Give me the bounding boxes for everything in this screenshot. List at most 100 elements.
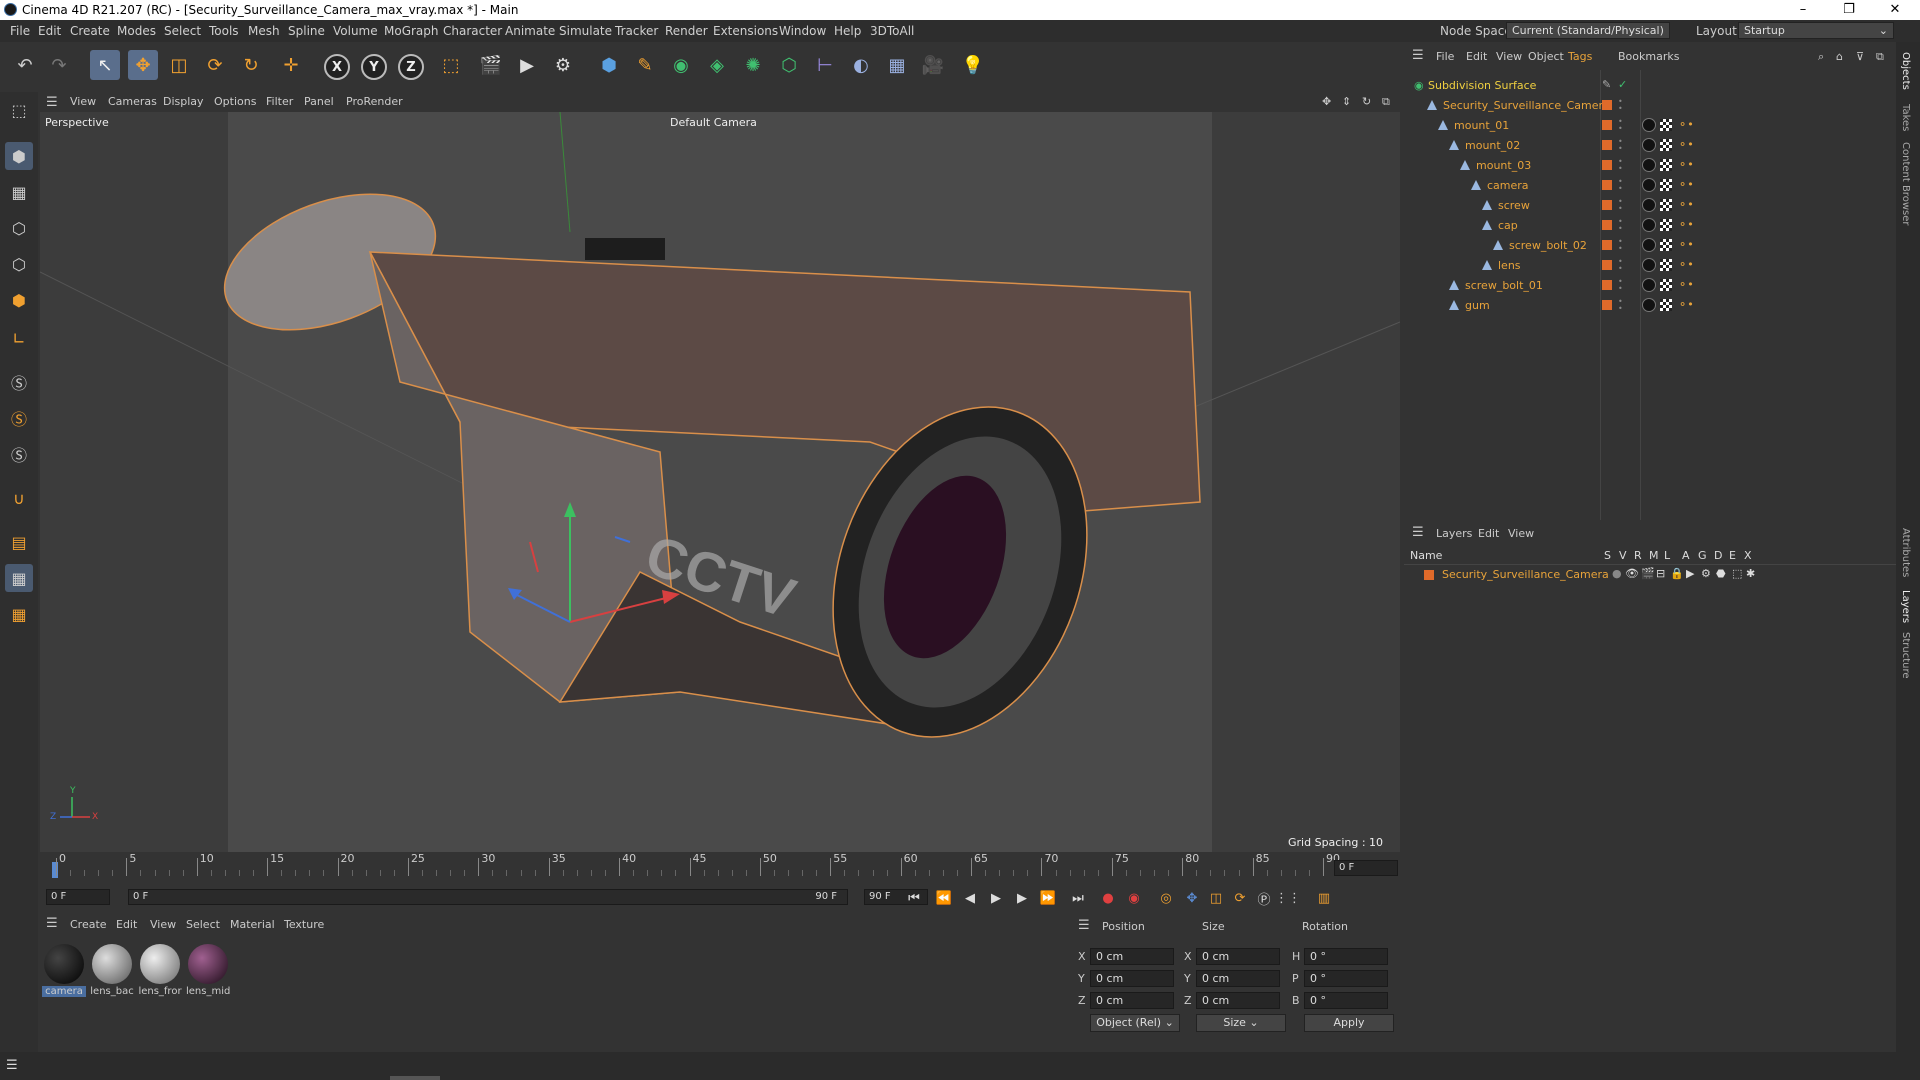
selection-tag-icon[interactable]: ⚬•	[1678, 218, 1694, 231]
frame-range-slider[interactable]: 0 F 90 F	[128, 889, 848, 905]
size-y-field[interactable]: 0 cm	[1196, 970, 1280, 987]
cloner-icon[interactable]: ✺	[738, 50, 768, 80]
uvw-tag-icon[interactable]	[1660, 239, 1672, 251]
locked-workplane-icon[interactable]: ▦	[5, 600, 33, 628]
polygons-mode-icon[interactable]: ⬢	[5, 286, 33, 314]
material-tag-icon[interactable]	[1642, 198, 1656, 212]
object-row[interactable]: mount_03 • • ⚬•	[1404, 156, 1896, 176]
record-icon[interactable]: ●	[1098, 888, 1118, 908]
play-icon[interactable]: ▶	[986, 888, 1006, 908]
selection-tag-icon[interactable]: ⚬•	[1678, 138, 1694, 151]
points-mode-icon[interactable]: ⬡	[5, 214, 33, 242]
object-row-root[interactable]: ◉ Subdivision Surface ✎ ✓	[1404, 76, 1896, 96]
apply-button[interactable]: Apply	[1304, 1014, 1394, 1032]
menu-edit[interactable]: Edit	[38, 24, 61, 38]
tab-attributes[interactable]: Attributes	[1900, 528, 1911, 577]
layer-row[interactable]: Security_Surveillance_Camera ● 👁 🎬 ⊟ 🔒 ▶…	[1404, 566, 1896, 584]
coords-menu-icon[interactable]: ☰	[1078, 918, 1090, 933]
uvw-tag-icon[interactable]	[1660, 179, 1672, 191]
cube-object-icon[interactable]: ⬢	[594, 50, 624, 80]
menu-spline[interactable]: Spline	[288, 24, 325, 38]
mat-menu-select[interactable]: Select	[186, 918, 220, 931]
material-swatch[interactable]: camera	[42, 942, 86, 997]
material-swatch[interactable]: lens_fror	[138, 942, 182, 997]
render-picture-viewer-icon[interactable]: ▶	[512, 50, 542, 80]
layer-color-icon[interactable]	[1602, 280, 1612, 290]
visibility-dots-icon[interactable]: • •	[1618, 138, 1623, 153]
mat-menu-edit[interactable]: Edit	[116, 918, 137, 931]
floor-icon[interactable]: ▦	[882, 50, 912, 80]
visibility-dots-icon[interactable]: • •	[1618, 278, 1623, 293]
viewport[interactable]: CCTV Perspective Default Camera Grid Spa…	[40, 112, 1400, 852]
object-row[interactable]: Security_Surveillance_Camera • •	[1404, 96, 1896, 116]
tab-content-browser[interactable]: Content Browser	[1900, 142, 1911, 225]
object-menu-icon[interactable]: ☰	[1412, 48, 1424, 63]
field-icon[interactable]: ◐	[846, 50, 876, 80]
snap-magnet-icon[interactable]: ∪	[5, 484, 33, 512]
visibility-dots-icon[interactable]: • •	[1618, 198, 1623, 213]
layer-color-icon[interactable]	[1602, 300, 1612, 310]
menu-render[interactable]: Render	[665, 24, 708, 38]
material-tag-icon[interactable]	[1642, 258, 1656, 272]
uvw-tag-icon[interactable]	[1660, 159, 1672, 171]
axis-mode-icon[interactable]: ∟	[5, 324, 33, 352]
close-button[interactable]: ✕	[1872, 0, 1918, 20]
object-row[interactable]: lens • • ⚬•	[1404, 256, 1896, 276]
menu-mograph[interactable]: MoGraph	[384, 24, 439, 38]
timeline-window-icon[interactable]: ▥	[1314, 888, 1334, 908]
material-tag-icon[interactable]	[1642, 238, 1656, 252]
autokey-icon[interactable]: ◉	[1124, 888, 1144, 908]
size-mode-dropdown[interactable]: Size ⌄	[1196, 1014, 1286, 1032]
object-row[interactable]: gum • • ⚬•	[1404, 296, 1896, 316]
layer-edit-icon[interactable]: ✎	[1602, 78, 1611, 91]
selection-tag-icon[interactable]: ⚬•	[1678, 258, 1694, 271]
camera-icon[interactable]: 🎥	[918, 50, 948, 80]
tab-objects[interactable]: Objects	[1900, 52, 1911, 90]
layer-color-icon[interactable]	[1602, 120, 1612, 130]
menu-mesh[interactable]: Mesh	[248, 24, 280, 38]
layer-color-icon[interactable]	[1602, 160, 1612, 170]
layer-menu-edit[interactable]: Edit	[1478, 527, 1499, 540]
uvw-tag-icon[interactable]	[1660, 199, 1672, 211]
material-menu-icon[interactable]: ☰	[46, 916, 58, 931]
new-window-icon[interactable]: ⧉	[1876, 50, 1884, 64]
vp-menu-panel[interactable]: Panel	[304, 95, 334, 108]
object-row[interactable]: mount_01 • • ⚬•	[1404, 116, 1896, 136]
menu-file[interactable]: File	[10, 24, 30, 38]
dolly-view-icon[interactable]: ⇕	[1342, 95, 1351, 108]
obj-menu-object[interactable]: Object	[1528, 50, 1564, 63]
coordinate-system-icon[interactable]: ⬚	[436, 50, 466, 80]
current-frame-field[interactable]: 0 F	[46, 889, 110, 905]
uvw-tag-icon[interactable]	[1660, 299, 1672, 311]
mat-menu-texture[interactable]: Texture	[284, 918, 324, 931]
move-tool-icon[interactable]: ✥	[128, 50, 158, 80]
next-frame-icon[interactable]: ▶	[1012, 888, 1032, 908]
redo-icon[interactable]: ↷	[44, 50, 74, 80]
make-editable-icon[interactable]: ⬚	[5, 96, 33, 124]
object-row[interactable]: camera • • ⚬•	[1404, 176, 1896, 196]
uvw-tag-icon[interactable]	[1660, 219, 1672, 231]
scale-tool-icon[interactable]: ◫	[164, 50, 194, 80]
material-tag-icon[interactable]	[1642, 298, 1656, 312]
vp-menu-display[interactable]: Display	[163, 95, 204, 108]
menu-volume[interactable]: Volume	[333, 24, 378, 38]
status-menu-icon[interactable]: ☰	[6, 1058, 18, 1073]
visibility-dots-icon[interactable]: • •	[1618, 258, 1623, 273]
key-pla-icon[interactable]: ⋮⋮	[1275, 888, 1301, 908]
render-flag-icon[interactable]: 🎬	[1641, 567, 1655, 580]
node-space-dropdown[interactable]: Current (Standard/Physical) ⌄	[1506, 22, 1670, 50]
render-view-icon[interactable]: 🎬	[476, 50, 506, 80]
go-to-end-icon[interactable]: ⏭	[1068, 888, 1088, 908]
layer-color-icon[interactable]	[1602, 240, 1612, 250]
visibility-dots-icon[interactable]: • •	[1618, 238, 1623, 253]
uvw-tag-icon[interactable]	[1660, 279, 1672, 291]
light-icon[interactable]: 💡	[958, 50, 988, 80]
timeline-ruler[interactable]: 0 5 10 15 20 25 30 35 40 45 50 55 60 65 70 75 80 85 90 0 F	[38, 852, 1400, 882]
viewport-menu-icon[interactable]: ☰	[46, 95, 58, 110]
go-to-start-icon[interactable]: ⏮	[904, 888, 924, 908]
layer-color-icon[interactable]	[1602, 220, 1612, 230]
visibility-dots-icon[interactable]: • •	[1618, 298, 1623, 313]
timeline-end-field[interactable]: 0 F	[1334, 860, 1398, 876]
mograph-icon[interactable]: ⬡	[774, 50, 804, 80]
solo-flag-icon[interactable]: ●	[1612, 567, 1622, 580]
